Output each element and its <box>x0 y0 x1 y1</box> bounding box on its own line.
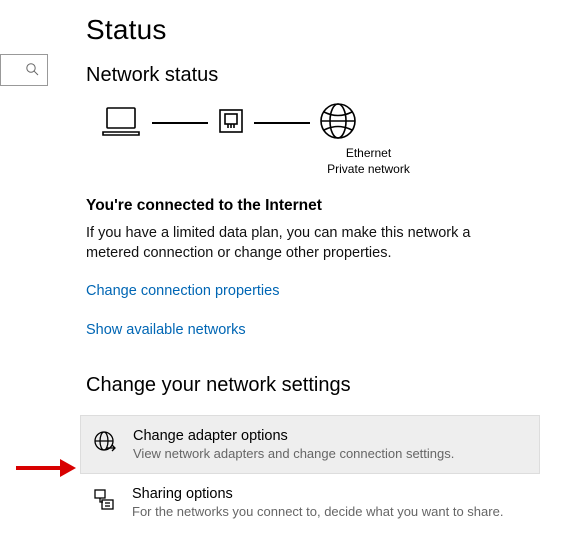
network-diagram <box>98 101 541 144</box>
search-icon <box>25 62 39 79</box>
sharing-options-row[interactable]: Sharing options For the networks you con… <box>80 474 540 532</box>
sharing-options-desc: For the networks you connect to, decide … <box>132 504 503 519</box>
diagram-network-type: Private network <box>196 162 541 178</box>
connector-line <box>152 122 208 124</box>
globe-arrow-icon <box>93 430 119 457</box>
connected-body: If you have a limited data plan, you can… <box>86 223 506 264</box>
search-box[interactable] <box>0 54 48 86</box>
change-adapter-title: Change adapter options <box>133 428 454 444</box>
connector-line <box>254 122 310 124</box>
link-show-available-networks[interactable]: Show available networks <box>86 322 246 338</box>
change-adapter-desc: View network adapters and change connect… <box>133 446 454 461</box>
globe-icon <box>318 101 358 144</box>
link-change-connection-properties[interactable]: Change connection properties <box>86 283 279 299</box>
diagram-device-label: Ethernet <box>196 146 541 162</box>
page-title: Status <box>86 14 541 46</box>
connected-heading: You're connected to the Internet <box>86 197 541 215</box>
change-network-settings-heading: Change your network settings <box>86 374 541 397</box>
network-status-heading: Network status <box>86 64 541 87</box>
sharing-icon <box>92 488 118 515</box>
laptop-icon <box>98 103 144 142</box>
ethernet-adapter-icon <box>216 106 246 139</box>
annotation-arrow <box>14 455 76 484</box>
change-adapter-options-row[interactable]: Change adapter options View network adap… <box>80 415 540 474</box>
sharing-options-title: Sharing options <box>132 486 503 502</box>
